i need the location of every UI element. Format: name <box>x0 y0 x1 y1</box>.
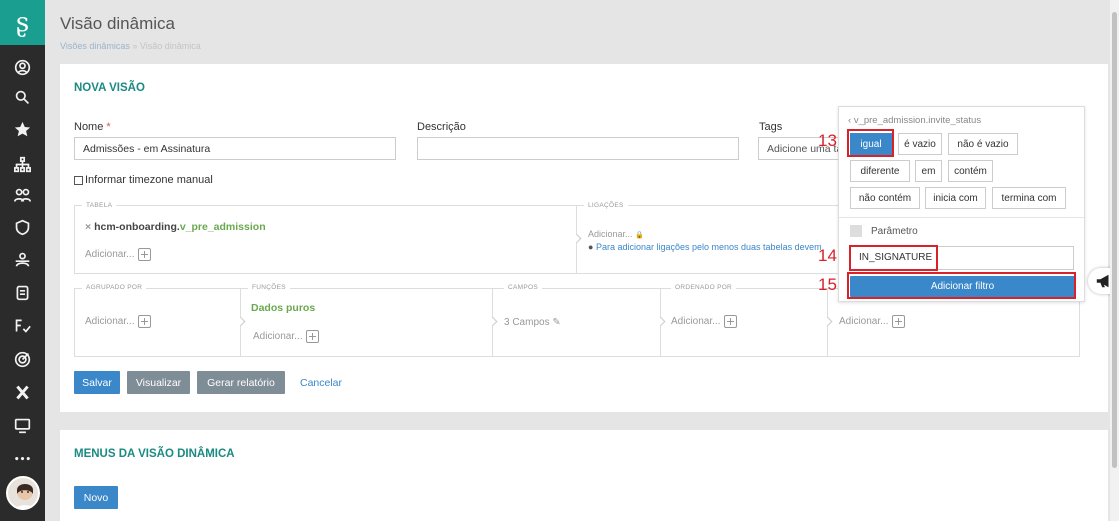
save-button[interactable]: Salvar <box>74 371 120 394</box>
page-title: Visão dinâmica <box>60 14 175 33</box>
timezone-checkbox[interactable] <box>74 176 83 185</box>
menus-panel: MENUS DA VISÃO DINÂMICA Novo <box>60 430 1108 521</box>
target-icon[interactable] <box>0 348 45 370</box>
avatar[interactable] <box>6 476 40 510</box>
tabela-box <box>74 205 577 274</box>
operator-contem[interactable]: contém <box>948 160 993 182</box>
breadcrumb-link[interactable]: Visões dinâmicas <box>60 41 130 51</box>
add-order-label: Adicionar... <box>671 316 721 328</box>
add-order-button[interactable]: Adicionar... <box>671 315 738 328</box>
name-field[interactable]: Admissões - em Assinatura <box>74 137 396 160</box>
annotation-15: 15 <box>818 275 837 294</box>
table-schema: hcm-onboarding. <box>94 221 180 233</box>
ordenado-legend: ORDENADO POR <box>671 284 737 291</box>
campos-legend: CAMPOS <box>504 284 542 291</box>
add-table-label: Adicionar... <box>85 249 135 261</box>
ligacoes-legend: LIGAÇÕES <box>584 202 628 209</box>
tags-label: Tags <box>759 121 783 133</box>
param-label: Parâmetro <box>871 226 918 237</box>
menus-title: MENUS DA VISÃO DINÂMICA <box>74 448 235 460</box>
annotation-box-15 <box>847 272 1076 299</box>
plus-icon <box>138 248 152 261</box>
user-circle-icon[interactable] <box>0 56 45 78</box>
people-icon[interactable] <box>0 184 45 206</box>
funcoes-legend: FUNÇÕES <box>248 284 290 291</box>
info-icon: ● <box>588 242 594 252</box>
filter-field-name: v_pre_admission.invite_status <box>853 115 982 126</box>
add-table-button[interactable]: Adicionar... <box>85 248 152 261</box>
building-icon[interactable] <box>0 281 45 303</box>
links-info-text: Para adicionar ligações pelo menos duas … <box>595 242 822 252</box>
annotation-14: 14 <box>818 246 837 265</box>
operator-nao-contem[interactable]: não contém <box>850 187 920 209</box>
new-menu-button[interactable]: Novo <box>74 486 118 509</box>
filter-field-path[interactable]: ‹ v_pre_admission.invite_status <box>848 115 981 126</box>
add-group-label: Adicionar... <box>85 316 135 328</box>
add-function-label: Adicionar... <box>253 331 303 343</box>
logo-icon[interactable]: ʂ <box>0 0 45 45</box>
plus-icon <box>306 330 320 343</box>
add-link-button: Adicionar... 🔒 <box>588 229 644 239</box>
annotation-box-13 <box>847 129 894 157</box>
operator-e-vazio[interactable]: é vazio <box>898 133 942 155</box>
add-filter-trigger[interactable]: Adicionar... <box>839 315 906 328</box>
user-check-icon[interactable] <box>0 314 45 336</box>
table-chip: × hcm-onboarding.v_pre_admission <box>85 221 266 233</box>
visualize-button[interactable]: Visualizar <box>127 371 190 394</box>
add-function-button[interactable]: Adicionar... <box>253 330 320 343</box>
scrollbar-thumb[interactable] <box>1112 12 1117 468</box>
add-link-label: Adicionar... <box>588 229 633 239</box>
annotation-box-14 <box>849 245 938 271</box>
function-item[interactable]: Dados puros <box>251 302 315 314</box>
required-mark: * <box>106 121 111 133</box>
breadcrumb-current: Visão dinâmica <box>139 41 201 51</box>
more-icon[interactable]: ••• <box>0 449 45 471</box>
plus-icon <box>724 315 738 328</box>
add-filter-label: Adicionar... <box>839 316 889 328</box>
plus-icon <box>892 315 906 328</box>
description-field[interactable] <box>417 137 739 160</box>
remove-table-icon[interactable]: × <box>85 221 91 233</box>
org-chart-icon[interactable] <box>0 153 45 175</box>
divider <box>839 217 1084 218</box>
operator-inicia-com[interactable]: inicia com <box>925 187 986 209</box>
tabela-legend: TABELA <box>82 202 117 209</box>
table-name: v_pre_admission <box>179 221 266 233</box>
x-icon[interactable] <box>0 381 45 403</box>
fields-count: 3 Campos <box>504 317 550 328</box>
param-checkbox[interactable] <box>850 225 862 237</box>
section-title: NOVA VISÃO <box>74 82 145 94</box>
sidebar: ʂ ••• <box>0 0 45 521</box>
search-icon[interactable] <box>0 86 45 108</box>
name-label: Nome * <box>74 121 111 133</box>
operator-diferente[interactable]: diferente <box>850 160 910 182</box>
operator-nao-e-vazio[interactable]: não é vazio <box>948 133 1018 155</box>
cancel-link[interactable]: Cancelar <box>300 377 342 389</box>
breadcrumb-separator: » <box>129 41 140 51</box>
operator-termina-com[interactable]: termina com <box>992 187 1066 209</box>
name-label-text: Nome <box>74 121 104 133</box>
report-button[interactable]: Gerar relatório <box>197 371 285 394</box>
back-icon: ‹ <box>848 115 852 126</box>
fields-button[interactable]: 3 Campos ✎ <box>504 317 561 328</box>
lock-icon: 🔒 <box>635 232 644 239</box>
annotation-13: 13 <box>818 131 837 150</box>
agrupado-legend: AGRUPADO POR <box>82 284 147 291</box>
operator-em[interactable]: em <box>915 160 942 182</box>
breadcrumb: Visões dinâmicas » Visão dinâmica <box>60 41 201 51</box>
monitor-icon[interactable] <box>0 414 45 436</box>
star-icon[interactable] <box>0 118 45 140</box>
timezone-label: Informar timezone manual <box>85 174 213 186</box>
team-icon[interactable] <box>0 248 45 270</box>
add-group-button[interactable]: Adicionar... <box>85 315 152 328</box>
shield-icon[interactable] <box>0 216 45 238</box>
wrench-icon: ✎ <box>552 317 561 328</box>
plus-icon <box>138 315 152 328</box>
description-label: Descrição <box>417 121 466 133</box>
